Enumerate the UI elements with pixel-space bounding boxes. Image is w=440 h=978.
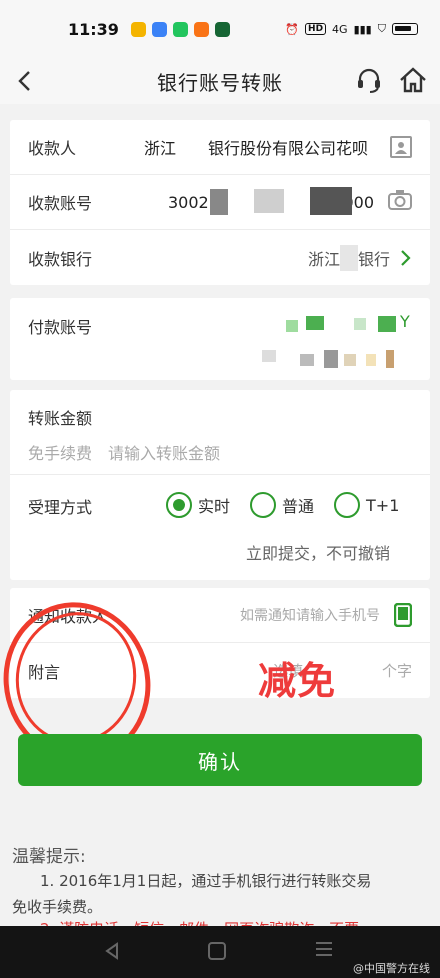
home-button[interactable] [398, 65, 428, 95]
payee-account-row[interactable]: 收款账号 3002 000 [10, 175, 430, 230]
radio-t1-label: T+1 [366, 495, 400, 515]
remark-placeholder-suffix: 个字 [381, 662, 412, 680]
payee-account-prefix: 3002 [168, 192, 209, 212]
navigation-bar: 银行账号转账 [0, 58, 440, 104]
battery-icon [392, 23, 418, 35]
chevron-left-icon [18, 71, 30, 91]
payee-bank-prefix: 浙江 [307, 249, 340, 269]
payer-account-label: 付款账号 [28, 318, 93, 337]
payee-name-suffix: 银行股份有限公司花呗 [208, 139, 369, 158]
chevron-down-icon[interactable]: Y [400, 312, 410, 331]
mosaic-redaction [378, 316, 396, 332]
payee-account-label: 收款账号 [28, 194, 93, 213]
headset-icon [358, 68, 380, 93]
mosaic-redaction [324, 350, 338, 368]
hd-icon: HD [305, 23, 327, 35]
payer-card[interactable]: 付款账号 Y [10, 298, 430, 380]
customer-service-button[interactable] [354, 65, 384, 95]
mosaic-redaction [386, 350, 394, 368]
mode-note: 立即提交，不可撤销 [245, 544, 390, 563]
signal-bars-icon: ▮▮▮ [353, 22, 372, 36]
fee-note: 免手续费 [28, 444, 93, 463]
watermark: @中国警方在线 [353, 962, 430, 975]
mosaic-redaction [300, 354, 314, 366]
status-right: ⏰ HD 4G ▮▮▮ ⛉ [285, 22, 418, 36]
page-title: 银行账号转账 [157, 70, 283, 95]
mosaic-redaction [354, 318, 366, 330]
mosaic-redaction [366, 354, 376, 366]
back-button[interactable] [10, 66, 40, 96]
phone-icon [394, 603, 412, 627]
payee-bank-label: 收款银行 [28, 249, 93, 269]
home-icon [400, 67, 426, 93]
amount-card: 转账金额 免手续费 请输入转账金额 受理方式 实时 普通 T+1 立即提交，不可… [10, 390, 430, 580]
payee-name-label: 收款人 [28, 139, 77, 158]
camera-icon[interactable] [388, 189, 412, 215]
payee-bank-row[interactable]: 收款银行 浙江 银行 [10, 230, 430, 285]
mosaic-redaction [210, 189, 228, 215]
tips-line-1: 1. 2016年1月1日起，通过手机银行进行转账交易 [40, 872, 372, 890]
amount-label: 转账金额 [28, 409, 93, 428]
chevron-right-icon [401, 249, 411, 266]
notify-placeholder: 如需通知请输入手机号 [240, 608, 380, 624]
payee-name-prefix: 浙江 [144, 139, 177, 158]
mode-label: 受理方式 [28, 498, 93, 517]
radio-realtime[interactable] [166, 492, 192, 518]
mosaic-redaction [310, 187, 352, 215]
amount-input[interactable]: 免手续费 请输入转账金额 [28, 440, 220, 464]
payee-card: 收款人 浙江 银行股份有限公司花呗 收款账号 3002 000 收款银行 浙江 … [10, 120, 430, 285]
app-notification-icon [130, 21, 146, 37]
radio-t1[interactable] [334, 492, 361, 518]
tips-title: 温馨提示: [12, 847, 86, 867]
vpn-icon: ⛉ [377, 22, 386, 35]
mosaic-redaction [286, 320, 298, 332]
payee-bank-suffix: 银行 [357, 249, 390, 269]
app-notification-icon [214, 21, 230, 37]
divider [10, 474, 430, 475]
mosaic-redaction [254, 189, 284, 213]
mosaic-redaction [339, 244, 358, 271]
radio-realtime-label: 实时 [198, 497, 231, 516]
mode-radio-group: 实时 普通 T+1 [166, 492, 399, 518]
home-square-icon[interactable] [208, 942, 226, 960]
radio-normal[interactable] [250, 492, 277, 518]
app-notification-icon [172, 21, 188, 37]
tips-line-2: 免收手续费。 [12, 898, 103, 916]
mosaic-redaction [306, 316, 324, 330]
contacts-icon[interactable] [390, 136, 412, 158]
system-nav-bar: @中国警方在线 [0, 926, 440, 978]
status-bar: 11:39 ⏰ HD 4G ▮▮▮ ⛉ [0, 0, 440, 58]
clock: 11:39 [68, 19, 119, 39]
amount-placeholder: 请输入转账金额 [108, 444, 221, 463]
signal-icon: 4G [332, 22, 348, 36]
alarm-icon: ⏰ [285, 22, 300, 36]
mosaic-redaction [344, 354, 356, 366]
radio-normal-label: 普通 [282, 497, 315, 516]
annotation-stamp: 减免 [258, 659, 337, 703]
back-triangle-icon [105, 942, 118, 960]
app-notification-icon [151, 21, 167, 37]
mosaic-redaction [262, 350, 276, 362]
menu-icon[interactable] [316, 942, 332, 960]
confirm-button[interactable]: 确认 [18, 734, 422, 786]
notification-icons [130, 21, 230, 37]
payee-name-row: 收款人 浙江 银行股份有限公司花呗 [10, 120, 430, 175]
app-notification-icon [193, 21, 209, 37]
